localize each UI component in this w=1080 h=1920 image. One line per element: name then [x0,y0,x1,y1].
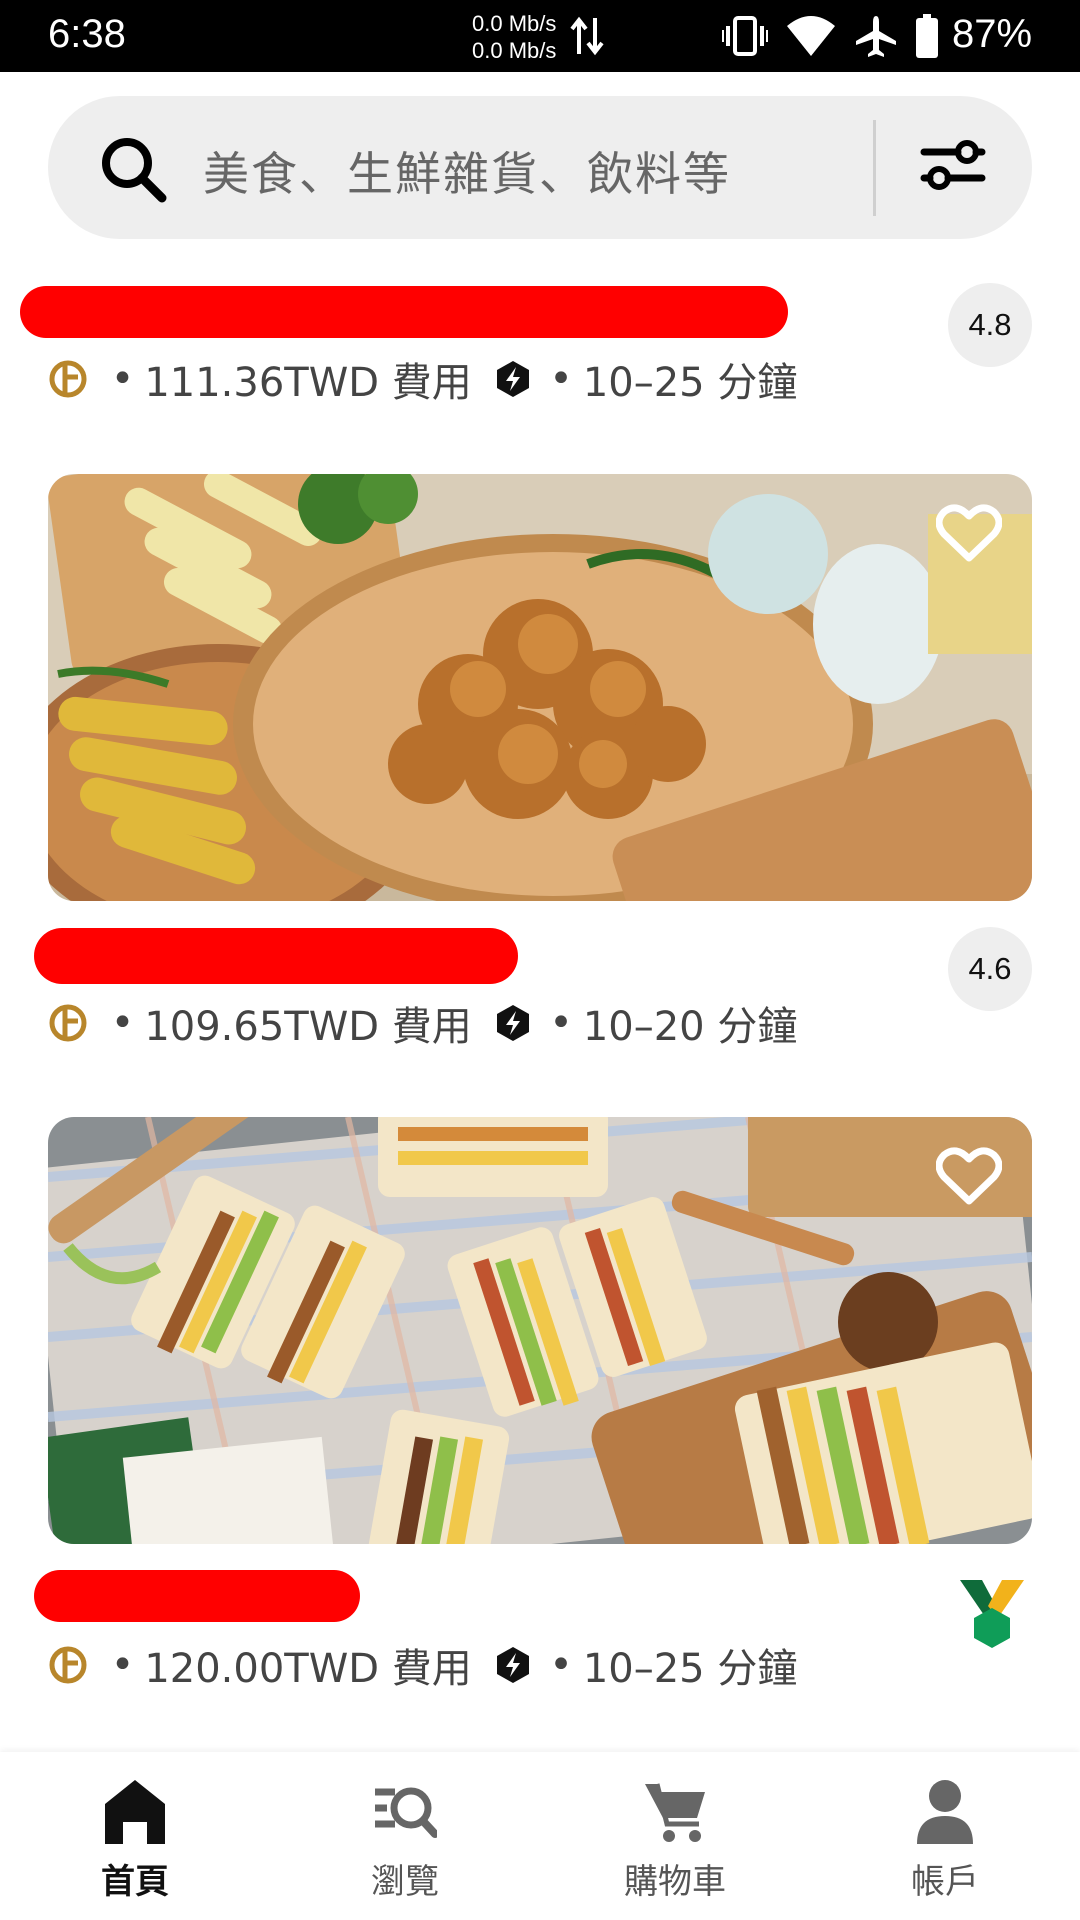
nav-cart[interactable]: 購物車 [540,1752,810,1920]
airplane-icon [856,16,897,57]
restaurant-photo[interactable] [48,474,1032,901]
net-down: 0.0 Mb/s [472,38,557,63]
account-icon [917,1780,973,1844]
battery-percent: 87% [952,12,1033,56]
battery-icon [916,14,939,58]
nav-label-cart: 購物車 [624,1862,726,1902]
search-icon[interactable] [98,134,168,204]
nav-label-home: 首頁 [101,1862,169,1902]
favorite-heart-icon[interactable] [936,1147,1002,1207]
delivery-fee: 120.00TWD 費用 [144,1646,472,1692]
status-bar: 6:38 0.0 Mb/s 0.0 Mb/s 87% [0,0,1080,72]
food-photo-sandwiches [48,1117,1032,1544]
delivery-time: 10–25 分鐘 [582,1646,798,1692]
delivery-time: 10–25 分鐘 [582,360,798,406]
fast-delivery-icon [496,361,529,397]
medal-icon [960,1580,1024,1648]
restaurant-name-redacted [34,928,518,984]
fast-delivery-icon [496,1647,529,1683]
fast-delivery-icon [496,1005,529,1041]
delivery-icon [49,1004,87,1042]
filter-icon[interactable] [918,132,988,202]
nav-label-browse: 瀏覽 [371,1862,439,1902]
nav-browse[interactable]: 瀏覽 [270,1752,540,1920]
network-speed: 0.0 Mb/s 0.0 Mb/s [472,10,556,64]
search-input[interactable]: 美食、生鮮雜貨、飲料等 [203,138,731,204]
bottom-navigation: 首頁 瀏覽 購物車 帳戶 [0,1752,1080,1920]
restaurant-meta: • 111.36TWD 費用 • 10–25 分鐘 [48,350,797,406]
restaurant-meta: • 120.00TWD 費用 • 10–25 分鐘 [48,1636,797,1692]
rating-badge: 4.6 [948,927,1032,1011]
restaurant-name-redacted [34,1570,360,1622]
rating-badge: 4.8 [948,283,1032,367]
vibrate-icon [720,16,770,56]
favorite-heart-icon[interactable] [936,504,1002,564]
search-bar[interactable]: 美食、生鮮雜貨、飲料等 [48,96,1032,239]
home-icon [105,1780,165,1844]
search-divider [873,120,876,216]
data-arrows-icon [570,16,604,56]
restaurant-meta: • 109.65TWD 費用 • 10–20 分鐘 [48,994,797,1050]
browse-icon [375,1787,437,1838]
status-time: 6:38 [48,12,126,56]
net-up: 0.0 Mb/s [472,11,557,36]
delivery-time: 10–20 分鐘 [582,1004,798,1050]
wifi-icon [787,16,836,56]
delivery-fee: 111.36TWD 費用 [144,360,472,406]
food-photo-fried-chicken [48,474,1032,901]
delivery-fee: 109.65TWD 費用 [144,1004,472,1050]
status-icons [720,14,939,62]
nav-label-account: 帳戶 [911,1862,979,1902]
cart-icon [645,1783,705,1842]
nav-account[interactable]: 帳戶 [810,1752,1080,1920]
nav-home[interactable]: 首頁 [0,1752,270,1920]
restaurant-photo[interactable] [48,1117,1032,1544]
delivery-icon [49,360,87,398]
restaurant-name-redacted [20,286,788,338]
delivery-icon [49,1646,87,1684]
